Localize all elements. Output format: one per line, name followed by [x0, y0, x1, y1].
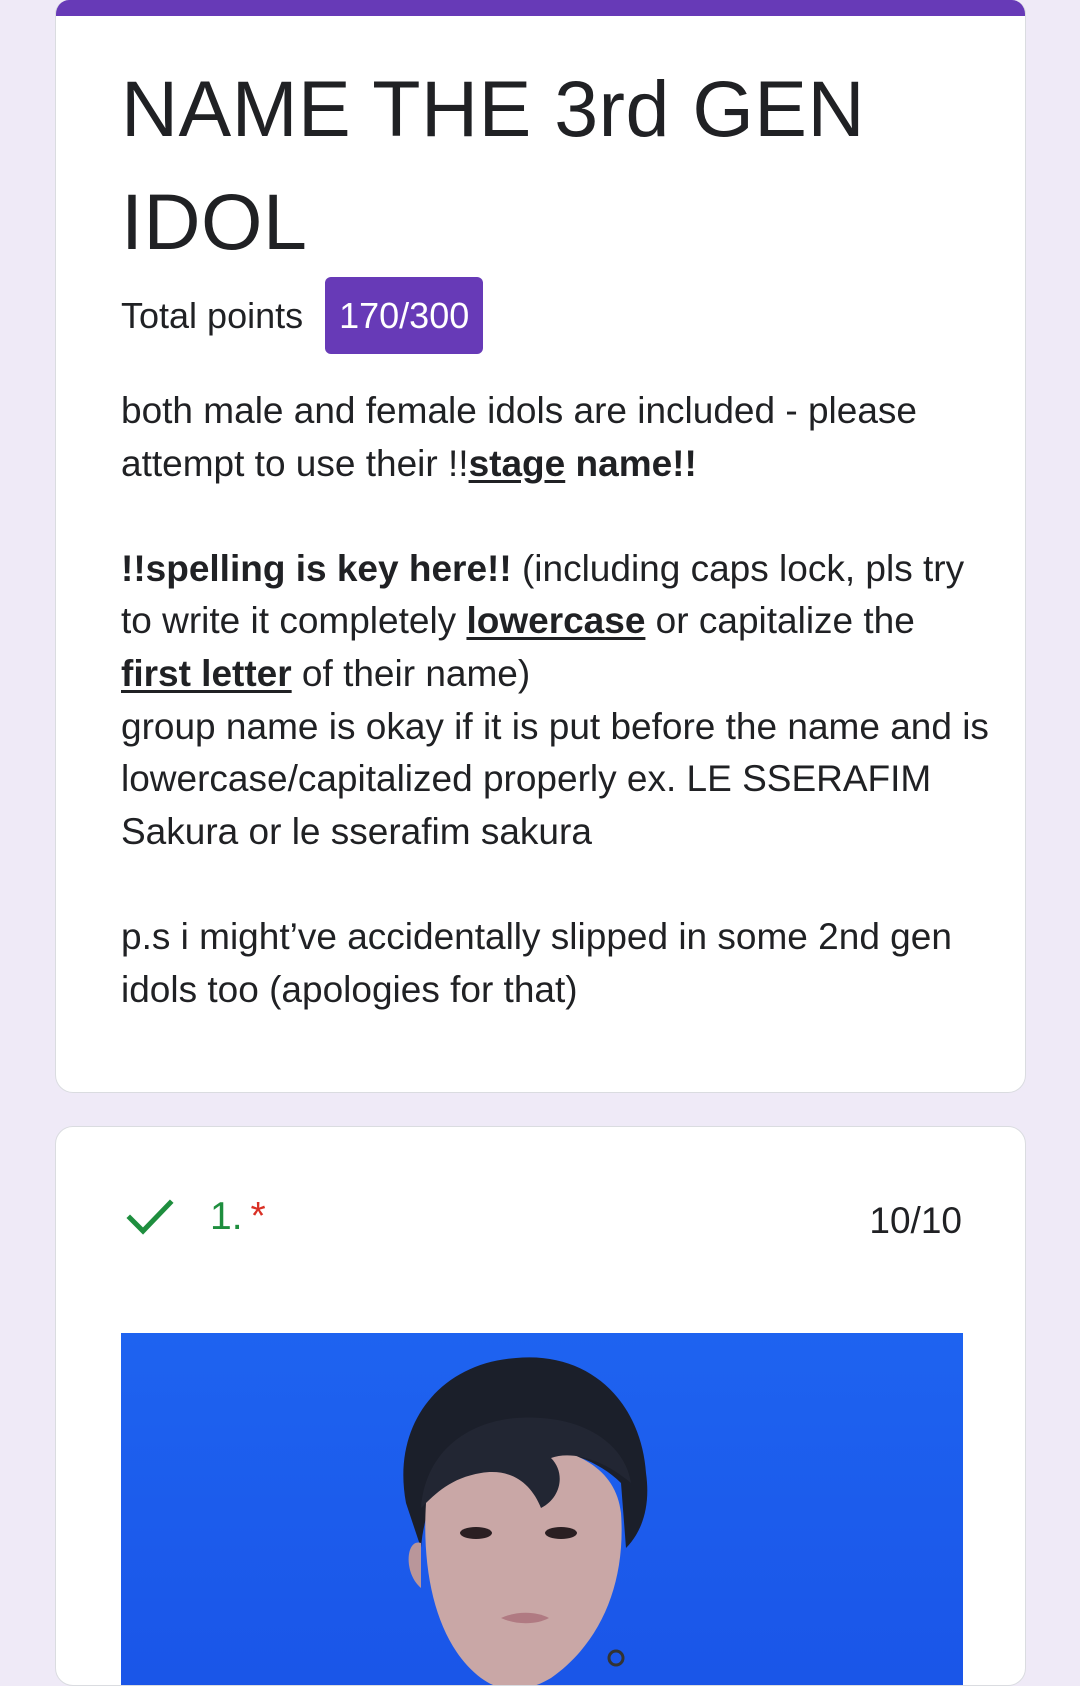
description-text: of their name) — [291, 652, 531, 694]
question-score: 10/10 — [869, 1200, 962, 1241]
description-emphasis: stage — [468, 442, 566, 484]
question-number: 1. — [210, 1195, 243, 1238]
required-asterisk: * — [250, 1195, 266, 1238]
question-card: 1. * 10/10 — [55, 1126, 1026, 1686]
description-paragraph: group name is okay if it is put before t… — [121, 705, 989, 852]
description-emphasis: !!spelling is key here!! — [121, 547, 512, 589]
description-emphasis: first letter — [121, 652, 292, 694]
question-image — [121, 1333, 963, 1685]
idol-photo — [403, 1357, 648, 1685]
description-paragraph: !!spelling is key here!! (including caps… — [121, 543, 991, 701]
description-text: or capitalize the — [645, 600, 915, 642]
total-points-label: Total points — [121, 294, 304, 336]
form-description: both male and female idols are included … — [121, 385, 991, 1016]
form-header-card: NAME THE 3rd GEN IDOL Total points 170/3… — [55, 0, 1026, 1093]
total-points-badge: 170/300 — [325, 277, 484, 354]
description-text: !! — [448, 442, 469, 484]
description-emphasis: name!! — [565, 442, 697, 484]
description-paragraph: both male and female idols are included … — [121, 385, 991, 490]
description-paragraph: p.s i might’ve accidentally slipped in s… — [121, 915, 952, 1010]
accent-bar — [56, 0, 1025, 16]
check-icon — [126, 1199, 174, 1235]
total-points-row: Total points 170/300 — [121, 277, 484, 354]
description-emphasis: lowercase — [466, 600, 646, 642]
form-title: NAME THE 3rd GEN IDOL — [121, 64, 866, 266]
question-header: 1. * — [126, 1195, 266, 1239]
